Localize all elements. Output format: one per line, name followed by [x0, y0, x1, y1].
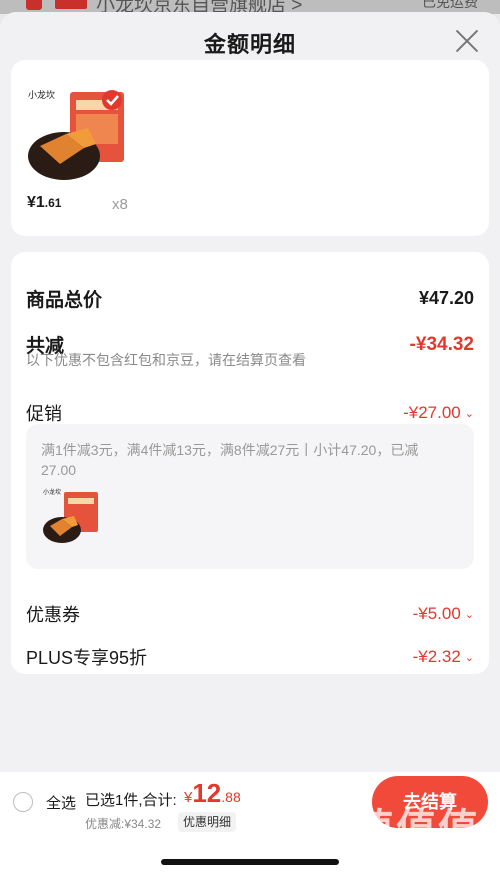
plus-discount-value: -¥2.32 — [412, 647, 461, 666]
plus-discount-label: PLUS专享95折 — [26, 648, 148, 668]
product-card: 小龙坎 ¥1.61 x8 — [11, 60, 489, 236]
total-reduce-value: -¥34.32 — [409, 333, 474, 355]
goods-total-value: ¥47.20 — [418, 288, 474, 308]
sheet-title: 金额明细 — [203, 32, 296, 57]
product-image: 小龙坎 — [28, 89, 124, 180]
discount-summary: 优惠减:¥34.32 — [85, 817, 162, 831]
total-fraction: .88 — [221, 789, 241, 805]
coupon-value: -¥5.00 — [412, 604, 461, 623]
amount-detail-button[interactable]: 优惠明细 — [178, 812, 237, 832]
select-all-label[interactable]: 全选 — [46, 792, 76, 813]
product-price: ¥1.61 — [27, 194, 61, 212]
chevron-down-icon[interactable]: ⌄ — [465, 651, 474, 664]
promotion-product-thumbnail: 小龙坎 — [43, 488, 98, 543]
shipping-status: 已免运费 — [422, 0, 478, 10]
watermark-logo: 值值值 — [354, 806, 480, 852]
home-indicator — [161, 859, 339, 865]
chevron-down-icon[interactable]: ⌄ — [465, 407, 474, 420]
chevron-down-icon[interactable]: ⌄ — [465, 608, 474, 621]
watermark-site: zhizhizhi.com — [352, 850, 454, 868]
store-tag-icon — [55, 0, 87, 9]
plus-discount-row[interactable]: PLUS专享95折 -¥2.32 ⌄ — [26, 644, 474, 670]
close-icon[interactable] — [454, 28, 480, 54]
total-amount: ¥12.88 — [184, 778, 241, 809]
promotion-row[interactable]: 促销 -¥27.00 ⌄ — [26, 400, 474, 426]
discount-note: 以下优惠不包含红包和京豆，请在结算页查看 — [26, 352, 306, 368]
select-all-radio[interactable] — [13, 792, 33, 812]
promotion-label: 促销 — [26, 404, 62, 424]
promotion-value: -¥27.00 — [403, 403, 461, 422]
price-integer: ¥1 — [27, 194, 45, 211]
detail-card: 商品总价 ¥47.20 共减 -¥34.32 以下优惠不包含红包和京豆，请在结算… — [11, 252, 489, 674]
watermark: 值值值 zhizhizhi.com — [350, 796, 490, 876]
brand-label: 小龙坎 — [28, 89, 55, 101]
selected-count-text: 已选1件,合计: — [85, 792, 177, 809]
promotion-brand-label: 小龙坎 — [43, 488, 61, 496]
promotion-description: 满1件减3元，满4件减13元，满8件减27元丨小计47.20，已减27.00 — [41, 442, 419, 478]
total-integer: 12 — [192, 778, 222, 808]
product-quantity: x8 — [112, 196, 128, 213]
checkbox-icon — [26, 0, 42, 10]
goods-total-label: 商品总价 — [26, 290, 103, 311]
price-fraction: .61 — [44, 196, 62, 210]
coupon-row[interactable]: 优惠券 -¥5.00 ⌄ — [26, 601, 474, 627]
promotion-detail-box: 满1件减3元，满4件减13元，满8件减27元丨小计47.20，已减27.00 小… — [26, 424, 474, 569]
coupon-label: 优惠券 — [26, 605, 80, 625]
goods-total-row: 商品总价 ¥47.20 — [26, 285, 474, 312]
